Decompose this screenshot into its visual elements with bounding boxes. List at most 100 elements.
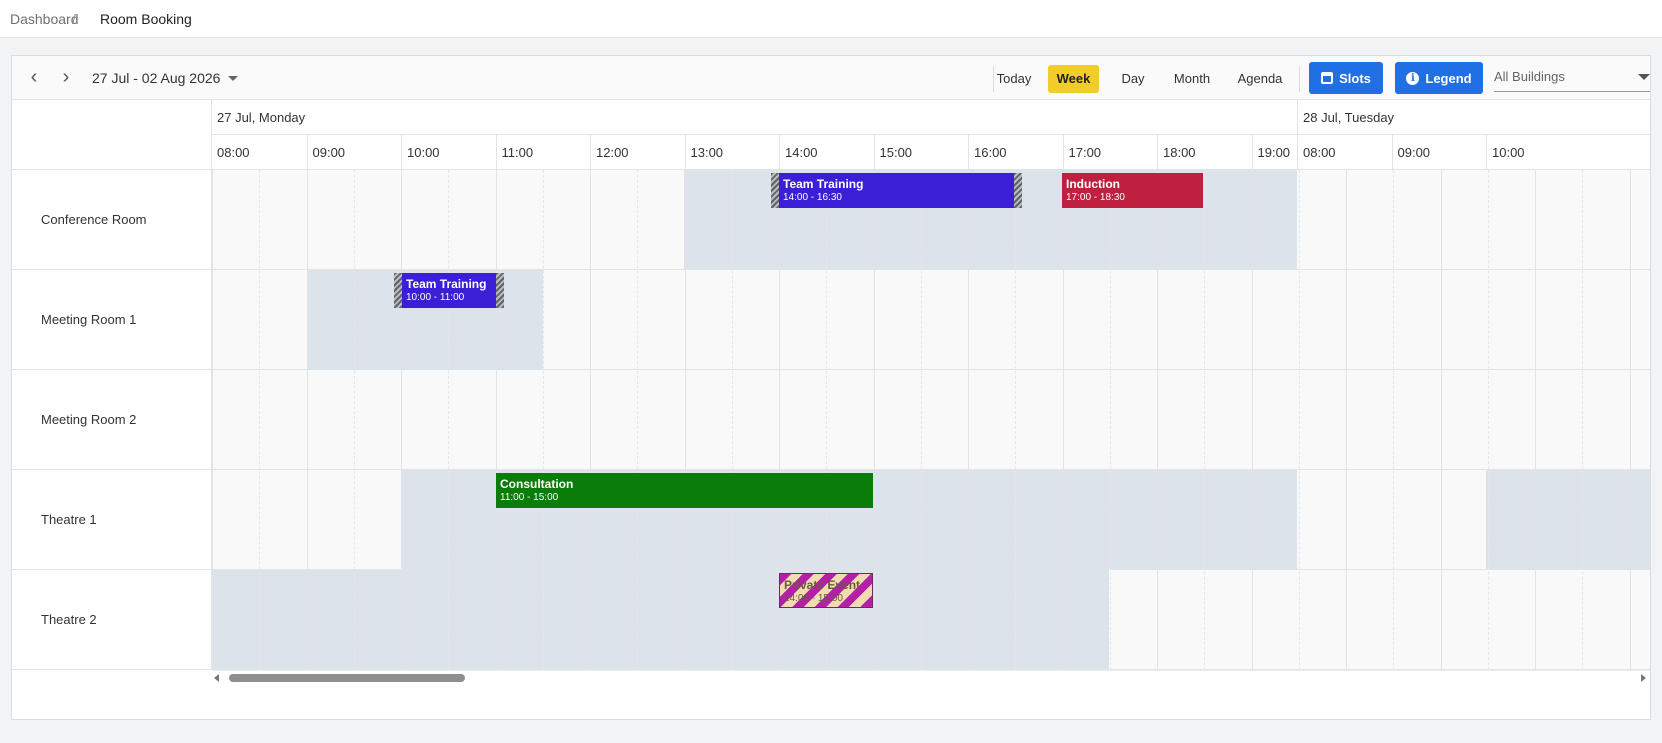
month-view-button[interactable]: Month (1164, 65, 1220, 93)
horizontal-scrollbar[interactable] (212, 670, 1650, 686)
available-slot[interactable] (212, 570, 1109, 670)
caret-down-icon[interactable] (228, 76, 238, 81)
calendar-icon (1321, 72, 1334, 84)
date-header-tuesday: 28 Jul, Tuesday (1297, 100, 1650, 135)
toolbar-divider (1299, 66, 1300, 92)
hour-line (684, 170, 686, 670)
hour-header: 12:00 (590, 135, 685, 170)
hour-header: 09:00 (306, 135, 402, 170)
resource-row-label: Meeting Room 1 (12, 270, 212, 370)
event-time: 11:00 - 15:00 (500, 492, 559, 503)
resource-header (12, 100, 212, 170)
scroll-right-icon[interactable] (1641, 674, 1646, 682)
breadcrumb-dashboard[interactable]: Dashboard (10, 11, 79, 27)
hour-line (1157, 170, 1158, 670)
half-hour-line (1487, 170, 1489, 670)
event-title: Private Event (784, 578, 861, 592)
scrollbar-thumb[interactable] (229, 674, 465, 682)
half-hour-line (259, 170, 261, 670)
week-view-button[interactable]: Week (1048, 65, 1099, 93)
legend-button[interactable]: i Legend (1395, 62, 1483, 94)
breadcrumb-current: Room Booking (100, 11, 192, 27)
timeline: 27 Jul, Monday 28 Jul, Tuesday 08:00 09:… (212, 100, 1650, 670)
hour-header-row: 08:00 09:00 10:00 11:00 12:00 13:00 14:0… (212, 135, 1650, 170)
half-hour-line (448, 170, 450, 670)
half-hour-line (1582, 170, 1584, 670)
event-consultation[interactable]: Consultation 11:00 - 15:00 (496, 473, 873, 508)
hour-line (306, 170, 308, 670)
hour-line (1251, 170, 1253, 670)
hour-header: 17:00 (1062, 135, 1158, 170)
day-view-button[interactable]: Day (1112, 65, 1154, 93)
hour-line (968, 170, 969, 670)
half-hour-line (1298, 170, 1300, 670)
buffer-block (771, 173, 779, 208)
event-title: Team Training (406, 277, 487, 291)
scheduler-toolbar: ‹ › 27 Jul - 02 Aug 2026 Today Week Day … (12, 56, 1650, 100)
building-select-value: All Buildings (1494, 69, 1565, 84)
event-title: Team Training (783, 177, 864, 191)
date-range-picker[interactable]: 27 Jul - 02 Aug 2026 (92, 70, 220, 86)
event-private-event[interactable]: Private Event 14:00 - 15:00 (779, 573, 873, 608)
slots-label: Slots (1339, 70, 1371, 86)
hour-header: 19:00 (1251, 135, 1298, 170)
scheduler-panel: ‹ › 27 Jul - 02 Aug 2026 Today Week Day … (11, 55, 1651, 720)
hour-header: 16:00 (968, 135, 1063, 170)
hour-line (1535, 170, 1536, 670)
available-slot[interactable] (1486, 470, 1650, 570)
hour-header: 11:00 (495, 135, 591, 170)
top-bar: Dashboard / Room Booking (0, 0, 1662, 38)
half-hour-line (542, 170, 544, 670)
hour-line (590, 170, 591, 670)
half-hour-line (1015, 170, 1017, 670)
hour-header: 10:00 (401, 135, 496, 170)
hour-line (1440, 170, 1442, 670)
event-time: 17:00 - 18:30 (1066, 192, 1125, 203)
half-hour-line (920, 170, 922, 670)
hour-header: 18:00 (1157, 135, 1252, 170)
half-hour-line (353, 170, 355, 670)
toolbar-divider (993, 66, 994, 92)
buffer-block (496, 273, 504, 308)
date-header-monday: 27 Jul, Monday (217, 110, 306, 125)
agenda-view-button[interactable]: Agenda (1230, 65, 1290, 93)
timeline-body: Team Training 14:00 - 16:30 Induction 17… (212, 170, 1650, 670)
chevron-right-icon[interactable]: › (54, 67, 78, 89)
hour-header: 10:00 (1486, 135, 1581, 170)
date-header-row: 27 Jul, Monday 28 Jul, Tuesday (212, 100, 1650, 135)
hour-header: 08:00 (1297, 135, 1392, 170)
hour-header: 13:00 (684, 135, 780, 170)
event-induction[interactable]: Induction 17:00 - 18:30 (1062, 173, 1203, 208)
timeline-grid: Conference Room Meeting Room 1 Meeting R… (12, 100, 1650, 700)
half-hour-line (731, 170, 733, 670)
hour-line (1062, 170, 1064, 670)
event-team-training[interactable]: Team Training 14:00 - 16:30 (779, 173, 1014, 208)
hour-line (1629, 170, 1631, 670)
resource-row-label: Theatre 2 (12, 570, 212, 670)
hour-header: 15:00 (873, 135, 969, 170)
hour-header: 14:00 (779, 135, 874, 170)
event-title: Consultation (500, 477, 574, 491)
resource-row-label: Theatre 1 (12, 470, 212, 570)
half-hour-line (1393, 170, 1395, 670)
buffer-block (394, 273, 402, 308)
scroll-left-icon[interactable] (214, 674, 219, 682)
event-time: 14:00 - 16:30 (783, 192, 842, 203)
event-time: 14:00 - 15:00 (784, 593, 843, 604)
chevron-left-icon[interactable]: ‹ (22, 67, 46, 89)
half-hour-line (1109, 170, 1111, 670)
breadcrumb-separator: / (72, 11, 76, 27)
slots-button[interactable]: Slots (1309, 62, 1383, 94)
today-button[interactable]: Today (982, 65, 1046, 93)
resource-row-label: Meeting Room 2 (12, 370, 212, 470)
hour-header: 08:00 (217, 145, 250, 160)
row-background (212, 370, 1650, 470)
chevron-down-icon (1638, 74, 1650, 80)
event-time: 10:00 - 11:00 (406, 292, 465, 303)
building-select[interactable]: All Buildings (1494, 62, 1650, 92)
event-team-training[interactable]: Team Training 10:00 - 11:00 (402, 273, 496, 308)
hour-header: 09:00 (1391, 135, 1487, 170)
half-hour-line (1204, 170, 1206, 670)
hour-line (401, 170, 402, 670)
buffer-block (1014, 173, 1022, 208)
